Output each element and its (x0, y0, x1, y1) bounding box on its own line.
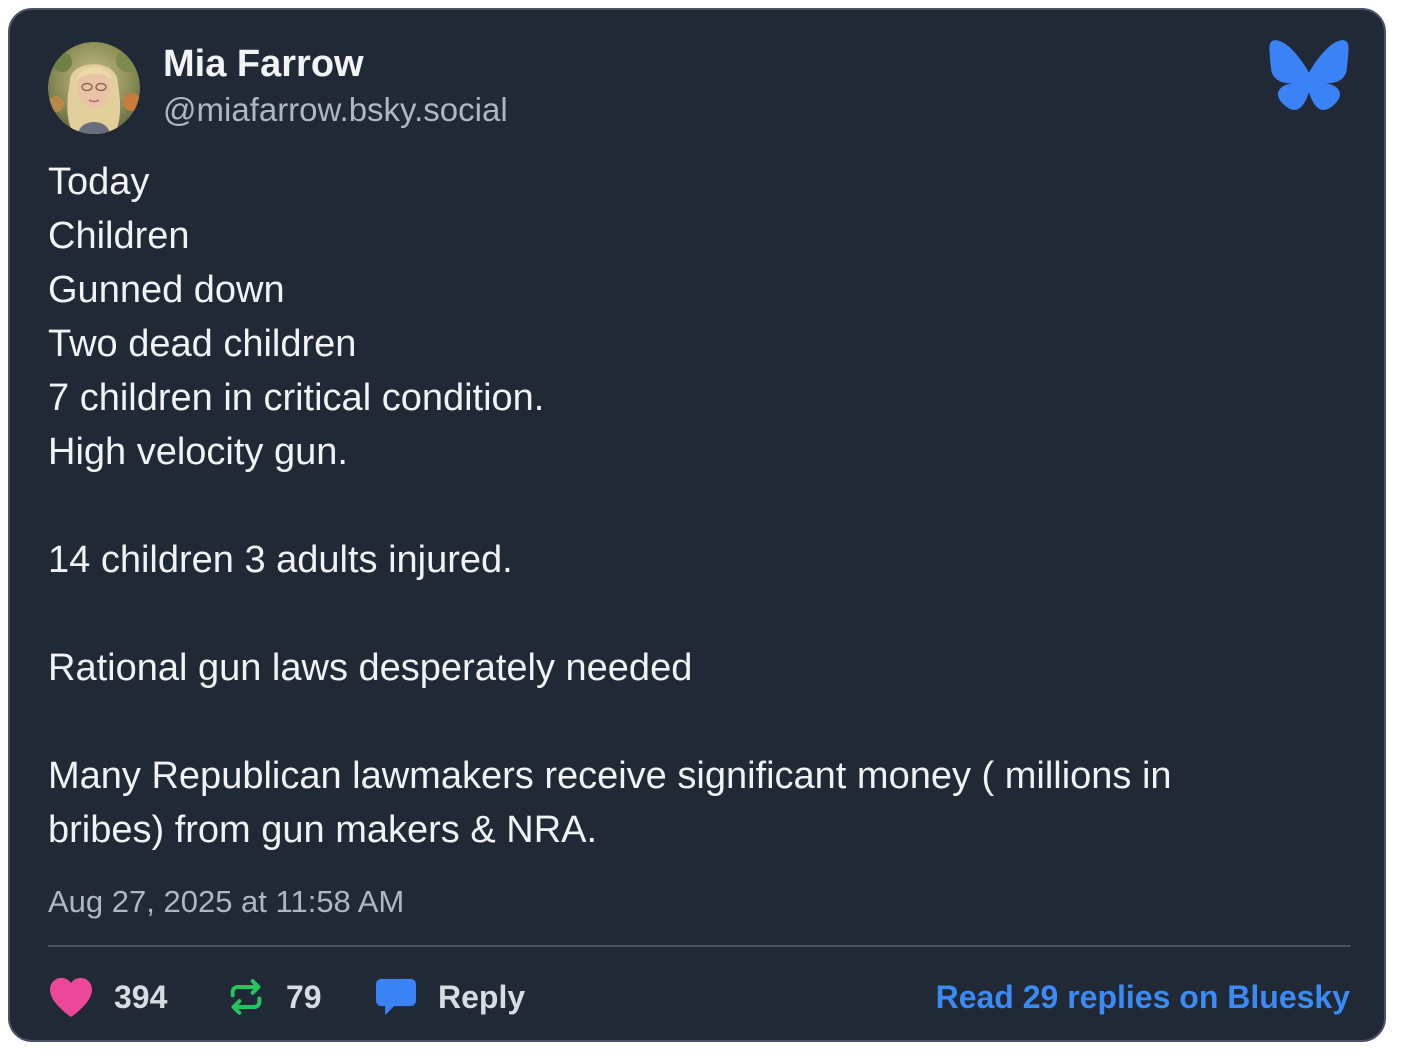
post-line: 14 children 3 adults injured. (48, 539, 513, 581)
post-line: Many Republican lawmakers receive signif… (48, 755, 1172, 851)
author-name[interactable]: Mia Farrow (163, 42, 364, 86)
bluesky-butterfly-icon (1269, 40, 1349, 110)
post-line: Gunned down (48, 269, 285, 311)
post-line: Children (48, 215, 190, 257)
post-line-blank (48, 695, 1348, 749)
post-line: High velocity gun. (48, 431, 348, 473)
post-line-blank (48, 587, 1348, 641)
author-avatar[interactable] (48, 42, 140, 134)
action-bar: 394 79 Reply Read 29 replies on Bluesky (48, 972, 1350, 1022)
reply-label: Reply (438, 978, 526, 1015)
author-handle[interactable]: @miafarrow.bsky.social (163, 90, 508, 130)
divider (48, 945, 1350, 947)
post-line: Rational gun laws desperately needed (48, 647, 693, 689)
post-line: Today (48, 161, 150, 203)
like-button[interactable]: 394 (48, 972, 167, 1022)
like-count: 394 (114, 978, 168, 1015)
post-line: 7 children in critical condition. (48, 377, 545, 419)
repost-button[interactable]: 79 (226, 972, 322, 1022)
post-timestamp[interactable]: Aug 27, 2025 at 11:58 AM (48, 882, 404, 922)
heart-icon (50, 977, 92, 1018)
repost-count: 79 (286, 978, 322, 1015)
repost-icon (230, 979, 262, 1015)
post-text: Today Children Gunned down Two dead chil… (48, 155, 1348, 857)
post-line-blank (48, 479, 1348, 533)
reply-button[interactable]: Reply (374, 972, 525, 1022)
read-replies-link[interactable]: Read 29 replies on Bluesky (936, 972, 1350, 1022)
speech-bubble-icon (376, 978, 416, 1016)
post-embed-card: Mia Farrow @miafarrow.bsky.social Today … (8, 8, 1386, 1042)
avatar-image (48, 42, 140, 134)
post-line: Two dead children (48, 323, 357, 365)
bluesky-logo-icon[interactable] (1268, 38, 1350, 112)
